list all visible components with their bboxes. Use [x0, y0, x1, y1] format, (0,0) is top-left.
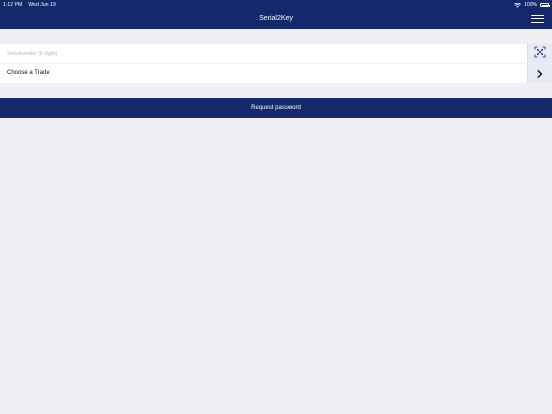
- status-time: 1:12 PM: [3, 2, 23, 8]
- chevron-right-icon: [537, 65, 543, 83]
- page-title: Serial2Key: [259, 15, 293, 22]
- status-date: Wed Jun 19: [28, 2, 56, 8]
- serial-number-input[interactable]: [0, 44, 527, 63]
- wifi-icon: [514, 2, 522, 8]
- navigation-header: 1:12 PM Wed Jun 19 100% Serial2Key: [0, 0, 552, 29]
- scan-button[interactable]: [527, 44, 552, 63]
- trade-select-button[interactable]: [527, 64, 552, 83]
- trade-row[interactable]: Choose a Trade: [0, 64, 552, 83]
- app-screen: 1:12 PM Wed Jun 19 100% Serial2Key Seria…: [0, 0, 552, 414]
- battery-icon: [540, 3, 550, 7]
- hamburger-menu-icon[interactable]: [531, 14, 544, 23]
- status-bar-right: 100%: [514, 2, 550, 8]
- qr-scan-icon: [534, 45, 546, 63]
- request-password-button[interactable]: Request password: [0, 98, 552, 118]
- menu-line: [531, 18, 544, 20]
- trade-label: Choose a Trade: [7, 70, 50, 76]
- menu-line: [531, 21, 544, 23]
- menu-line: [531, 14, 544, 16]
- status-bar-left: 1:12 PM Wed Jun 19: [3, 2, 56, 8]
- serial-form: Choose a Trade: [0, 44, 552, 83]
- battery-percent: 100%: [524, 2, 537, 8]
- serial-row: [0, 44, 552, 63]
